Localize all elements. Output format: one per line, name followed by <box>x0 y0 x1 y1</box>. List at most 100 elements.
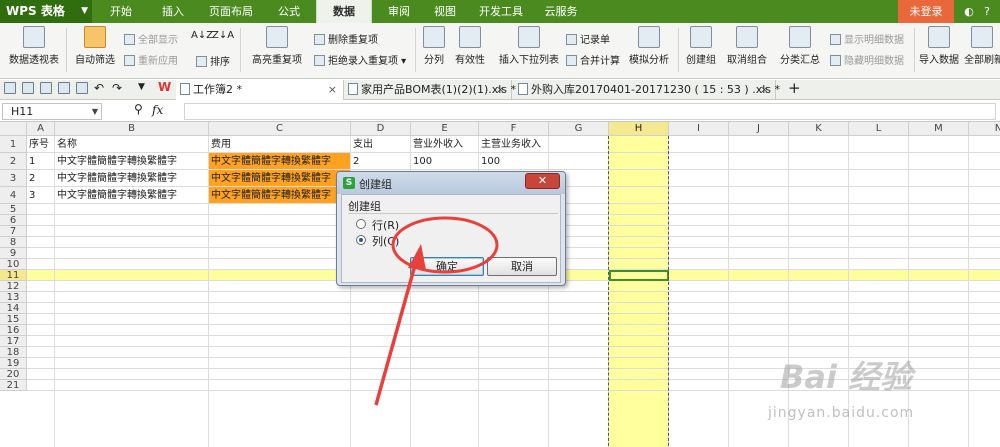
form-button[interactable]: 记录单 <box>566 31 610 46</box>
login-button[interactable]: 未登录 <box>898 0 954 23</box>
row-header-1[interactable]: 1 <box>0 136 27 153</box>
ungroup-button[interactable]: 取消组合 <box>722 26 772 66</box>
column-header-A[interactable]: A <box>27 122 55 136</box>
menu-tab-0[interactable]: 开始 <box>96 0 146 23</box>
cell[interactable]: 2 <box>351 153 411 170</box>
row-header-9[interactable]: 9 <box>0 248 27 259</box>
row-header-4[interactable]: 4 <box>0 187 27 204</box>
column-header-G[interactable]: G <box>549 122 609 136</box>
sort-desc-icon[interactable]: Z↓A <box>212 30 234 41</box>
menu-tab-8[interactable]: 云服务 <box>534 0 588 23</box>
row-header-2[interactable]: 2 <box>0 153 27 170</box>
save-icon[interactable] <box>22 82 34 94</box>
remove-duplicates-button[interactable]: 删除重复项 <box>314 31 378 46</box>
sort-asc-icon[interactable]: A↓Z <box>191 30 213 41</box>
cell[interactable]: 中文字體簡體字轉換繁體字 <box>55 153 209 170</box>
subtotal-button[interactable]: 分类汇总 <box>776 26 824 66</box>
row-header-3[interactable]: 3 <box>0 170 27 187</box>
column-header-N[interactable]: N <box>969 122 1000 136</box>
cell[interactable]: 中文字體簡體字轉換繁體字 <box>209 187 351 204</box>
column-header-K[interactable]: K <box>789 122 849 136</box>
validation-button[interactable]: 有效性 <box>450 26 490 66</box>
menu-tab-1[interactable]: 插入 <box>150 0 196 23</box>
reapply-button[interactable]: 重新应用 <box>124 52 178 67</box>
cell[interactable]: 3 <box>27 187 55 204</box>
row-header-18[interactable]: 18 <box>0 347 27 358</box>
radio-row-label[interactable]: 行(R) <box>372 217 399 233</box>
row-header-5[interactable]: 5 <box>0 204 27 215</box>
cell[interactable]: 中文字體簡體字轉換繁體字 <box>55 170 209 187</box>
column-header-C[interactable]: C <box>209 122 351 136</box>
row-header-19[interactable]: 19 <box>0 358 27 369</box>
row-header-16[interactable]: 16 <box>0 325 27 336</box>
cell[interactable]: 100 <box>411 153 479 170</box>
row-header-20[interactable]: 20 <box>0 369 27 380</box>
menu-tab-3[interactable]: 公式 <box>266 0 312 23</box>
sort-button[interactable]: 排序 <box>196 53 230 68</box>
column-header-I[interactable]: I <box>669 122 729 136</box>
menu-tab-7[interactable]: 开发工具 <box>470 0 532 23</box>
cell[interactable]: 2 <box>27 170 55 187</box>
print-preview-icon[interactable] <box>58 82 70 94</box>
column-header-M[interactable]: M <box>909 122 969 136</box>
insert-dropdown-list-button[interactable]: 插入下拉列表 <box>496 26 562 66</box>
document-tab-2[interactable]: 外购入库20170401-20171230 ( 15 : 53 ) .xls *… <box>514 80 780 100</box>
row-header-6[interactable]: 6 <box>0 215 27 226</box>
close-icon[interactable]: × <box>496 80 505 100</box>
hide-detail-button[interactable]: 隐藏明细数据 <box>830 52 904 67</box>
cell[interactable]: 支出 <box>351 136 411 153</box>
refresh-all-button[interactable]: 全部刷新 <box>964 26 1000 66</box>
column-header-D[interactable]: D <box>351 122 411 136</box>
pivot-table-button[interactable]: 数据透视表 <box>6 26 62 66</box>
cell[interactable]: 序号 <box>27 136 55 153</box>
cell[interactable]: 中文字體簡體字轉換繁體字 <box>209 170 351 187</box>
cell[interactable]: 名称 <box>55 136 209 153</box>
row-header-15[interactable]: 15 <box>0 314 27 325</box>
close-button[interactable]: ✕ <box>525 173 560 189</box>
cell[interactable]: 1 <box>27 153 55 170</box>
row-header-12[interactable]: 12 <box>0 281 27 292</box>
ok-button[interactable]: 确定 <box>410 257 484 276</box>
autofilter-button[interactable]: 自动筛选 <box>72 26 118 66</box>
cell[interactable]: 营业外收入 <box>411 136 479 153</box>
help-icon[interactable]: ? <box>980 0 994 23</box>
select-all-corner[interactable] <box>0 122 27 136</box>
new-tab-plus-icon[interactable]: + <box>788 79 801 97</box>
row-header-21[interactable]: 21 <box>0 380 27 391</box>
radio-row[interactable] <box>356 219 366 229</box>
split-columns-button[interactable]: 分列 <box>420 26 448 66</box>
close-icon[interactable]: × <box>328 80 337 100</box>
wps-logo-menu[interactable]: WPS 表格 ▼ <box>0 0 92 23</box>
show-detail-button[interactable]: 显示明细数据 <box>830 31 904 46</box>
radio-column[interactable] <box>356 235 366 245</box>
formula-input[interactable] <box>184 103 996 120</box>
row-header-14[interactable]: 14 <box>0 303 27 314</box>
insert-function-icon[interactable]: fx <box>152 103 163 117</box>
cell[interactable]: 主营业务收入 <box>479 136 549 153</box>
what-if-analysis-button[interactable]: 模拟分析 <box>626 26 672 66</box>
row-header-17[interactable]: 17 <box>0 336 27 347</box>
cell[interactable]: 费用 <box>209 136 351 153</box>
cell[interactable]: 中文字體簡體字轉換繁體字 <box>55 187 209 204</box>
create-group-button[interactable]: 创建组 <box>682 26 720 66</box>
cell[interactable]: 100 <box>479 153 549 170</box>
column-header-E[interactable]: E <box>411 122 479 136</box>
document-tab-0[interactable]: 工作簿2 * × <box>176 80 344 100</box>
format-painter-icon[interactable] <box>76 82 88 94</box>
menu-tab-2[interactable]: 页面布局 <box>200 0 262 23</box>
row-header-7[interactable]: 7 <box>0 226 27 237</box>
cell[interactable]: 中文字體簡體字轉換繁體字 <box>209 153 351 170</box>
skin-icon[interactable]: ◐ <box>962 0 976 23</box>
redo-icon[interactable]: ↷ <box>112 81 122 95</box>
consolidate-button[interactable]: 合并计算 <box>566 52 620 67</box>
row-header-10[interactable]: 10 <box>0 259 27 270</box>
menu-tab-5[interactable]: 审阅 <box>376 0 422 23</box>
column-header-L[interactable]: L <box>849 122 909 136</box>
customize-toolbar-icon[interactable]: ▼ <box>138 82 145 92</box>
document-tab-1[interactable]: 家用产品BOM表(1)(2)(1).xls * × <box>344 80 516 100</box>
row-header-8[interactable]: 8 <box>0 237 27 248</box>
magnifier-icon[interactable]: ⚲ <box>134 102 143 116</box>
column-header-J[interactable]: J <box>729 122 789 136</box>
row-header-13[interactable]: 13 <box>0 292 27 303</box>
name-box[interactable]: H11 ▼ <box>2 103 102 120</box>
